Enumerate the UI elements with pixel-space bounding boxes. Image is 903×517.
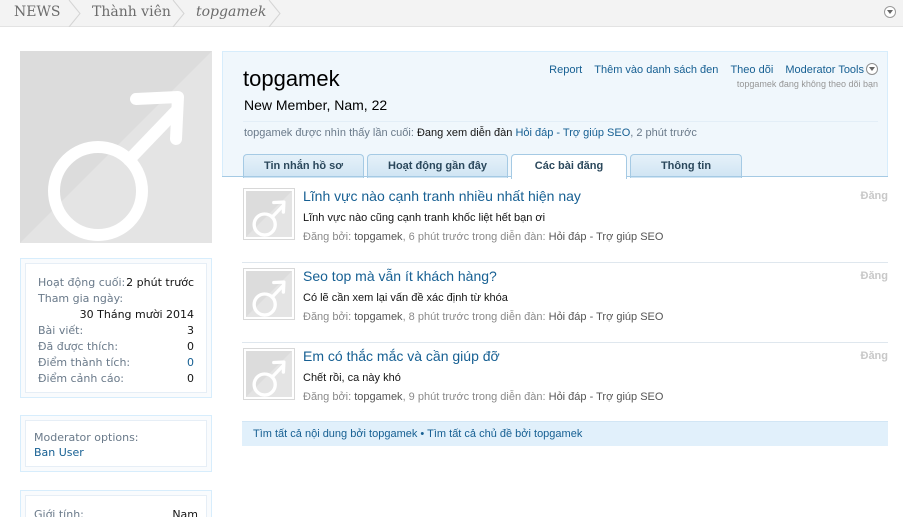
moderator-inner: Moderator options: Ban User	[25, 420, 207, 467]
stat-label: Bài viết:	[38, 324, 84, 337]
ignore-link[interactable]: Thêm vào danh sách đen	[594, 64, 718, 76]
tab-profile-posts[interactable]: Tin nhắn hồ sơ	[243, 154, 364, 178]
post-meta-time: , 9 phút trước trong diễn đàn:	[402, 391, 549, 403]
post-type-label: Đăng	[860, 350, 889, 362]
post-forum-link[interactable]: Hỏi đáp - Trợ giúp SEO	[549, 391, 664, 403]
stat-trophy-points: Điểm thành tích: 0	[38, 356, 194, 372]
stat-label: Điểm thành tích:	[38, 356, 131, 369]
post-meta-time: , 6 phút trước trong diễn đàn:	[402, 231, 549, 243]
find-separator: •	[420, 428, 425, 440]
tab-information[interactable]: Thông tin	[630, 154, 742, 178]
post-type-label: Đăng	[860, 270, 889, 282]
stat-label: Hoạt động cuối:	[38, 276, 126, 289]
find-all-threads-link[interactable]: Tìm tất cả chủ đề bởi topgamek	[427, 428, 582, 440]
moderator-tools-label: Moderator Tools	[785, 64, 864, 76]
last-seen-forum-link[interactable]: Hỏi đáp - Trợ giúp SEO	[515, 127, 630, 139]
last-seen-time: , 2 phút trước	[630, 127, 697, 139]
male-symbol-icon	[20, 51, 212, 243]
post-avatar[interactable]	[243, 348, 295, 400]
personal-info-panel: Giới tính: Nam	[20, 490, 212, 517]
user-stats-panel: Hoạt động cuối: 2 phút trước Tham gia ng…	[20, 258, 212, 398]
stat-label: Giới tính:	[34, 508, 84, 517]
post-snippet: Chết rồi, ca này khó	[303, 372, 401, 384]
moderator-tools-link[interactable]: Moderator Tools	[785, 63, 878, 76]
follow-status: topgamek đang không theo dõi bạn	[736, 79, 878, 89]
find-content-bar: Tìm tất cả nội dung bởi topgamek • Tìm t…	[242, 421, 888, 446]
post-type-label: Đăng	[860, 190, 889, 202]
post-forum-link[interactable]: Hỏi đáp - Trợ giúp SEO	[549, 311, 664, 323]
profile-user-title: New Member, Nam, 22	[244, 97, 388, 113]
breadcrumb-members[interactable]: Thành viên	[92, 0, 171, 27]
stat-label: Đã được thích:	[38, 340, 119, 353]
post-avatar[interactable]	[243, 188, 295, 240]
post-meta-time: , 8 phút trước trong diễn đàn:	[402, 311, 549, 323]
post-meta: Đăng bởi: topgamek, 6 phút trước trong d…	[303, 231, 663, 243]
avatar[interactable]	[20, 51, 212, 243]
list-item: Em có thắc mắc và cần giúp đỡ Chết rồi, …	[242, 342, 889, 403]
post-author-link[interactable]: topgamek	[354, 311, 402, 323]
male-symbol-icon	[246, 271, 292, 317]
post-title-link[interactable]: Em có thắc mắc và cần giúp đỡ	[303, 348, 500, 364]
last-seen-activity: Đang xem diễn đàn	[416, 127, 513, 139]
male-symbol-icon	[246, 351, 292, 397]
male-symbol-icon	[246, 191, 292, 237]
post-author-link[interactable]: topgamek	[354, 231, 402, 243]
stat-value: 30 Tháng mười 2014	[79, 308, 194, 321]
stat-value: 2 phút trước	[126, 276, 194, 289]
header-divider	[243, 121, 878, 122]
post-title-link[interactable]: Seo top mà vẫn ít khách hàng?	[303, 268, 497, 284]
post-meta: Đăng bởi: topgamek, 9 phút trước trong d…	[303, 391, 663, 403]
stat-likes: Đã được thích: 0	[38, 340, 194, 356]
post-author-link[interactable]: topgamek	[354, 391, 402, 403]
report-link[interactable]: Report	[549, 64, 582, 76]
last-seen: topgamek được nhìn thấy lần cuối: Đang x…	[244, 127, 697, 139]
post-avatar[interactable]	[243, 268, 295, 320]
stat-gender: Giới tính: Nam	[34, 508, 198, 517]
stat-warning-points: Điểm cảnh cáo: 0	[38, 372, 194, 388]
tab-recent-activity[interactable]: Hoạt động gần đây	[367, 154, 508, 178]
breadcrumb-separator-icon	[172, 0, 185, 27]
post-forum-link[interactable]: Hỏi đáp - Trợ giúp SEO	[549, 231, 664, 243]
post-meta-prefix: Đăng bởi:	[303, 231, 355, 243]
chevron-down-icon[interactable]	[884, 6, 896, 18]
user-stats-inner: Hoạt động cuối: 2 phút trước Tham gia ng…	[25, 263, 207, 393]
post-title-link[interactable]: Lĩnh vực nào cạnh tranh nhiều nhất hiện …	[303, 188, 581, 204]
stat-value[interactable]: 0	[187, 356, 194, 369]
personal-info-inner: Giới tính: Nam	[25, 495, 207, 517]
breadcrumb-separator-icon	[268, 0, 281, 27]
profile-username: topgamek	[243, 66, 340, 91]
stat-value: Nam	[172, 508, 198, 517]
find-all-content-link[interactable]: Tìm tất cả nội dung bởi topgamek	[253, 428, 417, 440]
breadcrumb-separator-icon	[68, 0, 81, 27]
stat-label: Điểm cảnh cáo:	[38, 372, 125, 385]
breadcrumb: NEWS Thành viên topgamek	[0, 0, 903, 27]
stat-value: 0	[187, 340, 194, 353]
moderator-options-label: Moderator options:	[34, 431, 139, 444]
post-meta: Đăng bởi: topgamek, 8 phút trước trong d…	[303, 311, 663, 323]
main-content: topgamek New Member, Nam, 22 Report Thêm…	[222, 51, 888, 517]
stat-value: 0	[187, 372, 194, 385]
stat-posts: Bài viết: 3	[38, 324, 194, 340]
stat-joined-date: 30 Tháng mười 2014	[38, 308, 194, 324]
post-snippet: Lĩnh vực nào cũng cạnh tranh khốc liệt h…	[303, 212, 546, 224]
stat-joined: Tham gia ngày:	[38, 292, 194, 308]
stat-label: Tham gia ngày:	[38, 292, 124, 305]
follow-link[interactable]: Theo dõi	[730, 64, 773, 76]
list-item: Seo top mà vẫn ít khách hàng? Có lẽ cần …	[242, 262, 889, 323]
moderator-panel: Moderator options: Ban User	[20, 415, 212, 472]
list-item: Lĩnh vực nào cạnh tranh nhiều nhất hiện …	[242, 182, 889, 243]
stat-last-activity: Hoạt động cuối: 2 phút trước	[38, 276, 194, 292]
profile-header: topgamek New Member, Nam, 22 Report Thêm…	[222, 51, 888, 179]
ban-user-link[interactable]: Ban User	[34, 446, 84, 459]
chevron-down-icon	[866, 63, 878, 75]
breadcrumb-current[interactable]: topgamek	[196, 0, 266, 27]
post-snippet: Có lẽ cần xem lại vấn đề xác định từ khó…	[303, 292, 508, 304]
post-meta-prefix: Đăng bởi:	[303, 391, 355, 403]
stat-value: 3	[187, 324, 194, 337]
post-meta-prefix: Đăng bởi:	[303, 311, 355, 323]
profile-actions: Report Thêm vào danh sách đen Theo dõi M…	[540, 63, 878, 77]
last-seen-prefix: topgamek được nhìn thấy lần cuối:	[244, 127, 414, 139]
tab-postings[interactable]: Các bài đăng	[511, 154, 627, 179]
breadcrumb-home[interactable]: NEWS	[14, 0, 60, 27]
